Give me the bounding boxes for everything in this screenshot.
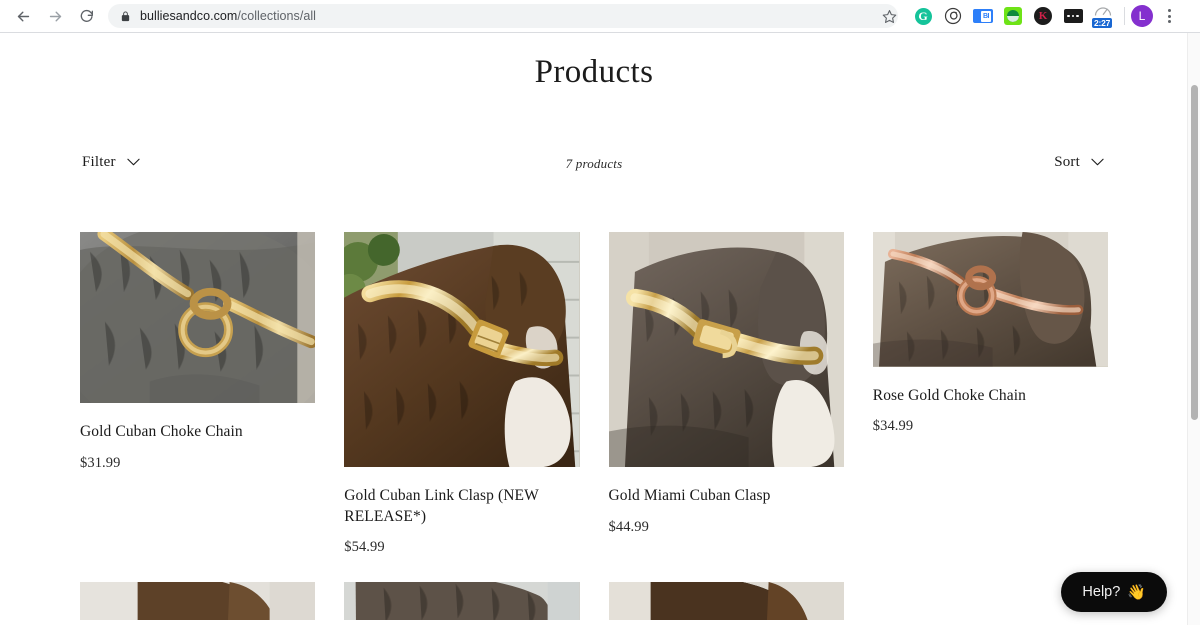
url-text: bulliesandco.com/collections/all: [140, 9, 316, 23]
extension-toolbar: G BI K 2:27 L: [908, 1, 1191, 31]
product-grid-row-2: [0, 582, 1188, 621]
k-letter-icon: K: [1034, 7, 1052, 25]
back-button[interactable]: [8, 1, 38, 31]
page-title: Products: [534, 54, 654, 90]
brown-dog-gold-cuban-link-clasp-photo: [344, 232, 580, 468]
product-price: $54.99: [344, 539, 385, 556]
forward-button[interactable]: [40, 1, 70, 31]
sort-label: Sort: [1054, 153, 1080, 170]
navigation-buttons: [0, 1, 102, 31]
timer-icon: 2:27: [1092, 4, 1114, 28]
dog-product-photo-partial: [344, 582, 580, 621]
reload-icon: [79, 8, 95, 24]
timer-extension-button[interactable]: 2:27: [1088, 1, 1118, 31]
product-card[interactable]: Gold Miami Cuban Clasp $44.99: [608, 232, 844, 536]
green-globe-icon: [1004, 7, 1022, 25]
product-image[interactable]: [608, 232, 844, 468]
sort-dropdown[interactable]: Sort: [1054, 153, 1104, 171]
gray-dog-gold-miami-cuban-clasp-photo: [608, 232, 844, 468]
lock-icon: [120, 10, 131, 23]
toolbar-divider: [1124, 7, 1125, 25]
scrollbar-thumb[interactable]: [1191, 85, 1198, 420]
product-title: Gold Cuban Choke Chain: [80, 423, 243, 441]
reload-button[interactable]: [72, 1, 102, 31]
blue-badge-icon: BI: [973, 9, 993, 23]
green-globe-extension-button[interactable]: [998, 1, 1028, 31]
product-title: Gold Miami Cuban Clasp: [608, 487, 771, 505]
product-card[interactable]: Rose Gold Choke Chain $34.99: [872, 232, 1108, 435]
page-scrollbar[interactable]: [1187, 33, 1200, 625]
dots-extension-button[interactable]: [1058, 1, 1088, 31]
product-price: $31.99: [80, 455, 121, 472]
blue-badge-extension-button[interactable]: BI: [968, 1, 998, 31]
waving-hand-icon: 👋: [1127, 584, 1146, 601]
chevron-down-icon: [1091, 153, 1104, 171]
profile-avatar[interactable]: L: [1131, 5, 1153, 27]
dog-product-photo-partial: [80, 582, 316, 621]
product-image[interactable]: [80, 232, 316, 404]
product-price: $44.99: [608, 518, 649, 535]
three-dot-menu-icon[interactable]: [1155, 2, 1183, 30]
k-extension-button[interactable]: K: [1028, 1, 1058, 31]
spiral-icon: [944, 7, 962, 25]
product-image[interactable]: [872, 232, 1108, 367]
forward-arrow-icon: [47, 8, 64, 25]
product-card[interactable]: Gold Cuban Link Clasp (NEW RELEASE*) $54…: [344, 232, 580, 556]
url-domain: bulliesandco.com: [140, 9, 238, 23]
dog-product-photo-partial: [608, 582, 844, 621]
help-label: Help?: [1082, 584, 1121, 600]
timer-badge: 2:27: [1092, 17, 1113, 28]
url-path: /collections/all: [237, 9, 317, 23]
grammarly-icon: G: [914, 7, 932, 25]
product-price: $34.99: [872, 418, 914, 435]
address-bar[interactable]: bulliesandco.com/collections/all: [108, 4, 898, 28]
product-count: 7 products: [565, 156, 623, 171]
brown-dog-rose-gold-choke-chain-photo: [872, 232, 1108, 367]
product-title: Gold Cuban Link Clasp (NEW RELEASE*): [344, 487, 539, 525]
browser-chrome: bulliesandco.com/collections/all G BI K: [0, 0, 1200, 33]
spiral-extension-button[interactable]: [938, 1, 968, 31]
back-arrow-icon: [15, 8, 32, 25]
dots-icon: [1063, 9, 1083, 23]
gray-pitbull-gold-choke-chain-photo: [80, 232, 316, 404]
product-image[interactable]: [344, 582, 580, 621]
bookmark-star-icon[interactable]: [876, 3, 902, 29]
grammarly-extension-button[interactable]: G: [908, 1, 938, 31]
product-grid: Gold Cuban Choke Chain $31.99 Gold Cuban…: [0, 232, 1188, 556]
product-image[interactable]: [80, 582, 316, 621]
help-chat-button[interactable]: Help? 👋: [1061, 572, 1167, 612]
product-card[interactable]: Gold Cuban Choke Chain $31.99: [80, 232, 316, 472]
page-viewport: Products Filter 7 products Sort Gold Cub…: [0, 33, 1200, 625]
product-image[interactable]: [344, 232, 580, 468]
product-image[interactable]: [608, 582, 844, 621]
page-content: Products Filter 7 products Sort Gold Cub…: [0, 54, 1188, 625]
product-title: Rose Gold Choke Chain: [872, 386, 1026, 404]
collection-toolbar: Filter 7 products Sort: [0, 153, 1188, 187]
